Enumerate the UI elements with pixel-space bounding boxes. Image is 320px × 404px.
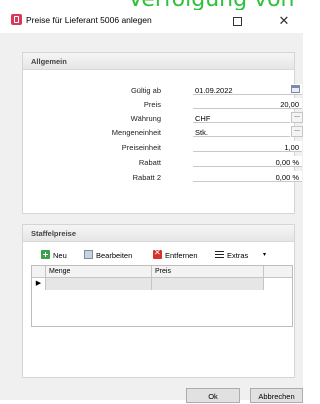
discount-field[interactable]: 0,00 % bbox=[193, 156, 302, 167]
discount2-label: Rabatt 2 bbox=[132, 173, 161, 182]
new-label: Neu bbox=[53, 251, 67, 260]
price-field[interactable]: 20,00 bbox=[193, 98, 302, 109]
discount2-field[interactable]: 0,00 % bbox=[193, 171, 302, 182]
price-value: 20,00 bbox=[280, 100, 299, 109]
chevron-down-icon: ▾ bbox=[263, 252, 267, 258]
price-unit-field[interactable]: 1,00 bbox=[193, 141, 302, 152]
table-row[interactable]: ▶ bbox=[32, 278, 292, 290]
price-unit-label: Preiseinheit bbox=[121, 143, 161, 152]
grid-header: Menge Preis bbox=[32, 266, 292, 278]
valid-from-field[interactable]: 01.09.2022 bbox=[193, 84, 302, 95]
edit-icon bbox=[84, 250, 93, 259]
column-header-quantity[interactable]: Menge bbox=[46, 266, 152, 277]
currency-row: Währung CHF ... bbox=[23, 112, 303, 124]
scale-prices-group: Staffelpreise Neu Bearbeiten Entfernen E… bbox=[22, 224, 295, 378]
price-label: Preis bbox=[143, 100, 161, 109]
edit-button[interactable]: Bearbeiten bbox=[84, 249, 146, 261]
discount2-row: Rabatt 2 0,00 % bbox=[23, 171, 302, 183]
extras-label: Extras bbox=[227, 251, 249, 260]
quantity-unit-row: Mengeneinheit Stk. ... bbox=[23, 126, 303, 138]
restore-button[interactable] bbox=[226, 11, 248, 31]
close-button[interactable]: ✕ bbox=[273, 11, 295, 31]
column-header-price[interactable]: Preis bbox=[152, 266, 264, 277]
currency-field[interactable]: CHF bbox=[193, 112, 290, 123]
general-group-title: Allgemein bbox=[31, 57, 67, 66]
menu-icon bbox=[215, 250, 224, 259]
valid-from-value: 01.09.2022 bbox=[195, 86, 233, 95]
extras-button[interactable]: Extras ▾ bbox=[215, 249, 271, 261]
currency-value: CHF bbox=[195, 114, 211, 123]
cell-price[interactable] bbox=[152, 278, 264, 290]
discount2-value: 0,00 % bbox=[275, 173, 299, 182]
new-button[interactable]: Neu bbox=[41, 249, 75, 261]
price-row: Preis 20,00 bbox=[23, 98, 302, 110]
quantity-unit-browse-button[interactable]: ... bbox=[291, 126, 303, 137]
calendar-icon[interactable] bbox=[291, 85, 300, 93]
discount-value: 0,00 % bbox=[275, 158, 299, 167]
cell-quantity[interactable] bbox=[46, 278, 152, 290]
quantity-unit-value: Stk. bbox=[195, 128, 208, 137]
general-group: Allgemein Gültig ab 01.09.2022 Preis 20,… bbox=[22, 52, 303, 214]
edit-label: Bearbeiten bbox=[96, 251, 133, 260]
delete-icon bbox=[153, 248, 162, 259]
add-icon bbox=[41, 250, 50, 259]
discount-row: Rabatt 0,00 % bbox=[23, 156, 302, 168]
price-unit-value: 1,00 bbox=[284, 143, 299, 152]
dialog-client: Allgemein Gültig ab 01.09.2022 Preis 20,… bbox=[0, 33, 303, 403]
valid-from-label: Gültig ab bbox=[130, 86, 161, 95]
window-title: Preise für Lieferant 5006 anlegen bbox=[26, 15, 152, 25]
general-group-header: Allgemein bbox=[23, 53, 294, 70]
row-indicator-icon: ▶ bbox=[32, 278, 46, 290]
quantity-unit-label: Mengeneinheit bbox=[111, 128, 161, 137]
remove-label: Entfernen bbox=[165, 251, 198, 260]
ok-button[interactable]: Ok bbox=[186, 388, 240, 403]
discount-label: Rabatt bbox=[138, 158, 161, 167]
cancel-button[interactable]: Abbrechen bbox=[250, 388, 303, 403]
app-icon bbox=[11, 14, 22, 25]
quantity-unit-field[interactable]: Stk. bbox=[193, 126, 290, 137]
scale-prices-header: Staffelpreise bbox=[23, 225, 294, 242]
remove-button[interactable]: Entfernen bbox=[153, 248, 211, 261]
scale-prices-grid[interactable]: Menge Preis ▶ bbox=[31, 265, 293, 327]
price-unit-row: Preiseinheit 1,00 bbox=[23, 141, 302, 153]
currency-browse-button[interactable]: ... bbox=[291, 112, 303, 123]
grid-header-indicator bbox=[32, 266, 46, 277]
currency-label: Währung bbox=[130, 114, 161, 123]
valid-from-row: Gültig ab 01.09.2022 bbox=[23, 84, 302, 96]
scale-prices-title: Staffelpreise bbox=[31, 229, 77, 238]
